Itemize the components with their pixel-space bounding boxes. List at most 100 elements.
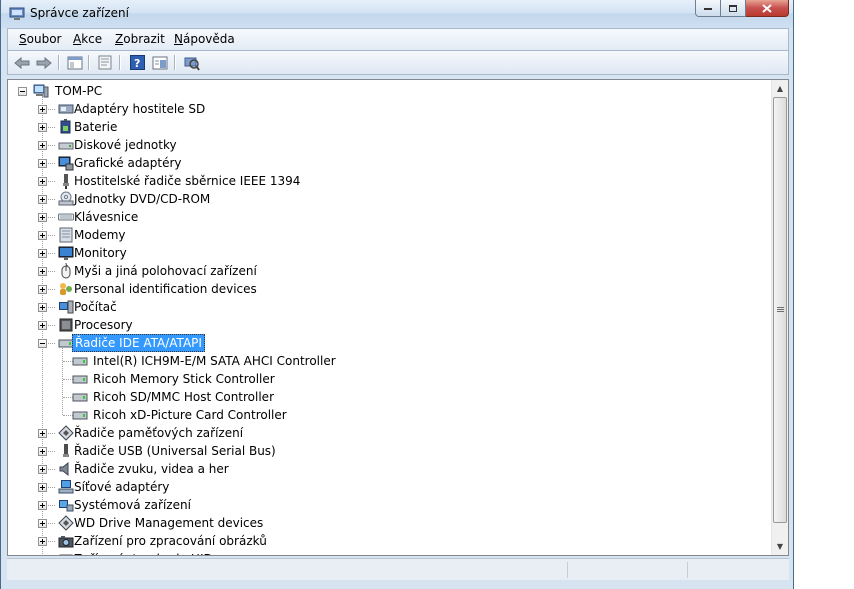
tree-category-modemy[interactable]: Modemy [8, 226, 768, 244]
scroll-down-arrow-icon[interactable]: ▼ [772, 538, 788, 555]
collapse-icon[interactable] [38, 339, 47, 348]
tree-category-mysi-a-jina-polohovaci-zarizeni[interactable]: Myši a jiná polohovací zařízení [8, 262, 768, 280]
tree-category-label: Počítač [74, 300, 117, 314]
expand-icon[interactable] [38, 213, 47, 222]
tree-category-zarizeni-standardu-hid[interactable]: Zařízení standardu HID [8, 550, 768, 556]
help-button[interactable]: ? [128, 54, 146, 71]
expand-icon[interactable] [38, 141, 47, 150]
tree-category-label: Myši a jiná polohovací zařízení [74, 264, 257, 278]
tree-category-radice-zvuku-videa-a-her[interactable]: Řadiče zvuku, videa a her [8, 460, 768, 478]
tree-category-hostitelske-radice-sbernice-ieee-1394[interactable]: Hostitelské řadiče sběrnice IEEE 1394 [8, 172, 768, 190]
toolbar: ? [7, 50, 789, 75]
tree-category-label: Diskové jednotky [74, 138, 177, 152]
close-icon [762, 3, 772, 13]
ide-controller-icon [72, 375, 88, 384]
tree-category-radice-ide-ata-atapi[interactable]: Řadiče IDE ATA/ATAPI [8, 334, 768, 352]
expand-icon[interactable] [38, 465, 47, 474]
tree-category-label: Personal identification devices [74, 282, 257, 296]
close-button[interactable] [746, 0, 789, 17]
expand-icon[interactable] [38, 195, 47, 204]
maximize-icon [729, 4, 737, 12]
expand-icon[interactable] [38, 285, 47, 294]
status-bar [7, 558, 789, 580]
tree-root-node[interactable]: TOM-PC [8, 82, 768, 100]
tree-category-label: WD Drive Management devices [74, 516, 264, 530]
tree-device-intel-r-ich9m-e-m-sata-ahci-controller[interactable]: Intel(R) ICH9M-E/M SATA AHCI Controller [8, 352, 768, 370]
forward-button[interactable] [35, 54, 53, 71]
tree-category-radice-usb-universal-serial-bus[interactable]: Řadiče USB (Universal Serial Bus) [8, 442, 768, 460]
back-button[interactable] [13, 54, 31, 71]
tree-device-label: Ricoh SD/MMC Host Controller [93, 390, 274, 404]
tree-category-adaptery-hostitele-sd[interactable]: Adaptéry hostitele SD [8, 100, 768, 118]
expand-icon[interactable] [38, 555, 47, 556]
tree-device-ricoh-xd-picture-card-controller[interactable]: Ricoh xD-Picture Card Controller [8, 406, 768, 424]
expand-icon[interactable] [38, 501, 47, 510]
tree-category-graficke-adaptery[interactable]: Grafické adaptéry [8, 154, 768, 172]
menu-akce[interactable]: Akce [73, 32, 102, 46]
tree-category-label: Modemy [74, 228, 126, 242]
tree-category-label: Klávesnice [74, 210, 139, 224]
scroll-up-arrow-icon[interactable]: ▲ [772, 80, 788, 97]
expand-icon[interactable] [38, 267, 47, 276]
expand-icon[interactable] [38, 123, 47, 132]
vertical-scrollbar[interactable]: ▲ ▼ [771, 80, 788, 555]
menu-bar: Soubor Akce Zobrazit Nápověda [7, 28, 789, 50]
device-manager-window: Správce zařízení Soubor Akce Zobrazit Ná… [0, 0, 794, 589]
tree-category-systemova-zarizeni[interactable]: Systémová zařízení [8, 496, 768, 514]
show-hide-tree-button[interactable] [66, 54, 84, 71]
scrollbar-thumb[interactable] [773, 97, 787, 523]
expand-icon[interactable] [38, 249, 47, 258]
collapse-icon[interactable] [18, 87, 27, 96]
expand-icon[interactable] [38, 483, 47, 492]
tree-category-pocitac[interactable]: Počítač [8, 298, 768, 316]
tree-category-diskove-jednotky[interactable]: Diskové jednotky [8, 136, 768, 154]
status-section [687, 562, 688, 578]
expand-icon[interactable] [38, 177, 47, 186]
tree-category-label: Baterie [74, 120, 118, 134]
tree-category-zarizeni-pro-zpracovani-obrazku[interactable]: Zařízení pro zpracování obrázků [8, 532, 768, 550]
menu-napoveda[interactable]: Nápověda [174, 32, 235, 46]
svg-text:?: ? [134, 57, 140, 70]
tree-category-procesory[interactable]: Procesory [8, 316, 768, 334]
tree-category-klavesnice[interactable]: Klávesnice [8, 208, 768, 226]
expand-icon[interactable] [38, 519, 47, 528]
tree-category-wd-drive-management-devices[interactable]: WD Drive Management devices [8, 514, 768, 532]
tree-category-label: Adaptéry hostitele SD [74, 102, 206, 116]
ide-controller-icon [72, 393, 88, 402]
tree-category-monitory[interactable]: Monitory [8, 244, 768, 262]
minimize-button[interactable] [695, 0, 721, 17]
expand-icon[interactable] [38, 159, 47, 168]
expand-icon[interactable] [38, 231, 47, 240]
scan-hardware-button[interactable] [182, 54, 200, 71]
ide-controller-icon [72, 357, 88, 366]
expand-icon[interactable] [38, 303, 47, 312]
view-button[interactable] [151, 54, 169, 71]
tree-category-jednotky-dvd-cd-rom[interactable]: Jednotky DVD/CD-ROM [8, 190, 768, 208]
tree-category-radice-pametovych-zarizeni[interactable]: Řadiče paměťových zařízení [8, 424, 768, 442]
maximize-button[interactable] [721, 0, 746, 17]
tree-category-personal-identification-devices[interactable]: Personal identification devices [8, 280, 768, 298]
back-icon [14, 56, 30, 69]
expand-icon[interactable] [38, 447, 47, 456]
menu-soubor[interactable]: Soubor [19, 32, 61, 46]
window-controls [695, 0, 789, 18]
expand-icon[interactable] [38, 537, 47, 546]
tree-category-label: Procesory [74, 318, 133, 332]
title-bar[interactable]: Správce zařízení [1, 0, 793, 28]
menu-zobrazit[interactable]: Zobrazit [115, 32, 165, 46]
device-tree[interactable]: TOM-PC Adaptéry hostitele SD Baterie Diskov… [7, 79, 789, 556]
tree-category-label: Zařízení standardu HID [72, 550, 215, 555]
ide-controller-icon [72, 411, 88, 420]
device-manager-app-icon [9, 7, 25, 20]
expand-icon[interactable] [38, 105, 47, 114]
tree-category-label: Řadiče paměťových zařízení [74, 426, 244, 440]
tree-category-sitove-adaptery[interactable]: Síťové adaptéry [8, 478, 768, 496]
window-title: Správce zařízení [30, 6, 129, 20]
tree-category-baterie[interactable]: Baterie [8, 118, 768, 136]
tree-device-ricoh-memory-stick-controller[interactable]: Ricoh Memory Stick Controller [8, 370, 768, 388]
expand-icon[interactable] [38, 429, 47, 438]
tree-device-ricoh-sd-mmc-host-controller[interactable]: Ricoh SD/MMC Host Controller [8, 388, 768, 406]
properties-button[interactable] [96, 54, 114, 71]
tree-category-label: Monitory [74, 246, 127, 260]
expand-icon[interactable] [38, 321, 47, 330]
